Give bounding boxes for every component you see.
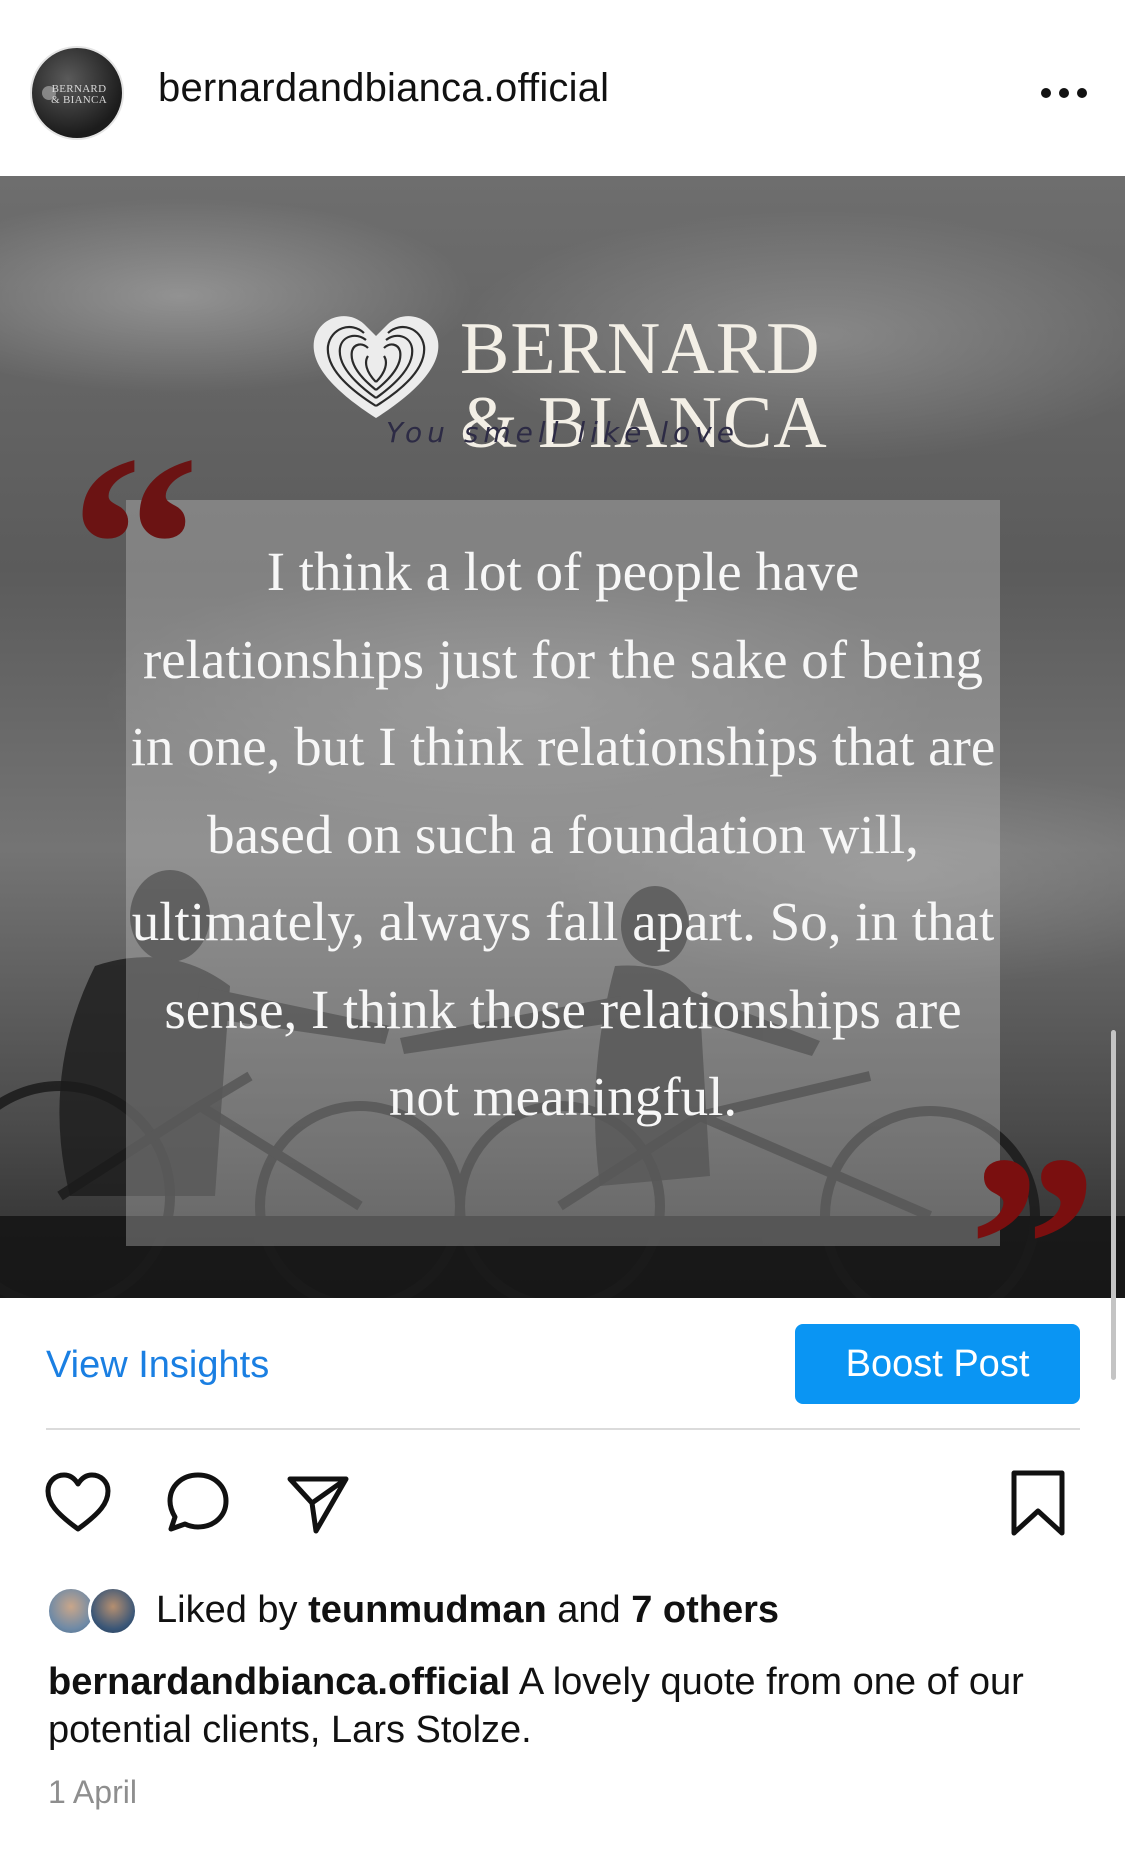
more-options-icon[interactable]: [1041, 70, 1087, 116]
bookmark-icon[interactable]: [1002, 1467, 1074, 1539]
fingerprint-heart-icon: [313, 316, 439, 418]
heart-icon[interactable]: [42, 1467, 114, 1539]
brand-line-1: BERNARD: [460, 308, 821, 390]
post-caption: bernardandbianca.official A lovely quote…: [48, 1658, 1068, 1754]
dot: [1059, 88, 1069, 98]
avatar-logo-text: BERNARD & BIANCA: [51, 83, 107, 106]
likes-prefix: Liked by: [156, 1588, 298, 1631]
dot: [1077, 88, 1087, 98]
likes-row[interactable]: Liked by teunmudman and 7 others: [46, 1580, 779, 1640]
post-header: BERNARD & BIANCA bernardandbianca.offici…: [0, 0, 1125, 176]
likes-and: and: [557, 1588, 621, 1631]
scrollbar[interactable]: [1111, 1030, 1116, 1380]
view-insights-link[interactable]: View Insights: [46, 1344, 269, 1387]
comment-icon[interactable]: [162, 1467, 234, 1539]
caption-username[interactable]: bernardandbianca.official: [48, 1661, 510, 1703]
header-username[interactable]: bernardandbianca.official: [158, 66, 609, 111]
post-date: 1 April: [48, 1774, 137, 1810]
close-quote-mark: ”: [968, 1102, 1098, 1298]
liker-avatars: [46, 1582, 142, 1638]
avatar: [88, 1586, 138, 1636]
likes-text: Liked by teunmudman and 7 others: [156, 1589, 779, 1632]
profile-avatar[interactable]: BERNARD & BIANCA: [30, 46, 124, 140]
boost-post-button[interactable]: Boost Post: [795, 1324, 1080, 1404]
dot: [1041, 88, 1051, 98]
liker-username[interactable]: teunmudman: [308, 1589, 547, 1631]
likes-others-link[interactable]: 7 others: [631, 1589, 779, 1631]
send-icon[interactable]: [282, 1467, 354, 1539]
divider: [46, 1428, 1080, 1430]
post-image[interactable]: BERNARD & BIANCA You smell like love “ I…: [0, 176, 1125, 1298]
quote-text: I think a lot of people have relationshi…: [130, 541, 996, 1127]
